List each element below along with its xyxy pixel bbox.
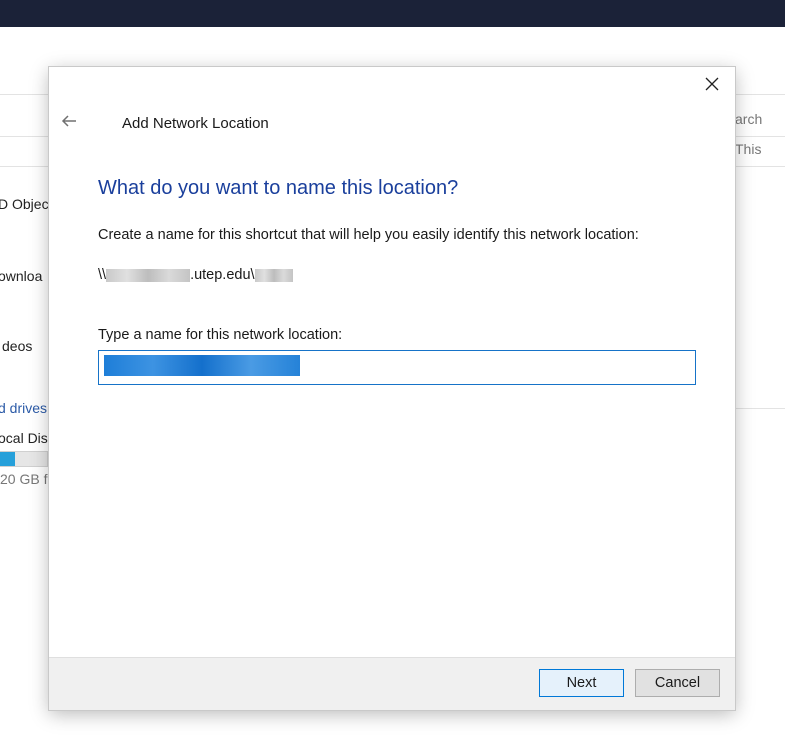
close-button[interactable] xyxy=(697,73,727,99)
drives-section-header[interactable]: d drives xyxy=(0,400,47,416)
redacted-host xyxy=(106,268,191,282)
name-field-label: Type a name for this network location: xyxy=(98,327,343,343)
add-network-location-dialog: Add Network Location What do you want to… xyxy=(49,67,735,710)
next-button[interactable]: Next xyxy=(539,669,624,697)
page-heading: What do you want to name this location? xyxy=(98,177,459,199)
storage-usage-fill xyxy=(0,452,16,466)
network-path: \\ .utep.edu\ xyxy=(98,267,293,283)
selected-text-redacted xyxy=(104,355,300,376)
explorer-search-box[interactable]: arch This xyxy=(735,104,785,157)
dialog-title: Add Network Location xyxy=(122,115,269,132)
dialog-footer: Next Cancel xyxy=(49,657,735,710)
storage-usage-bar xyxy=(0,451,48,467)
sidebar-item-downloads[interactable]: ownloa xyxy=(0,268,42,284)
free-space-text: 20 GB fr xyxy=(0,471,53,487)
path-prefix: \\ xyxy=(98,267,107,283)
top-titlebar xyxy=(0,0,785,27)
sidebar-item-3d-objects[interactable]: D Objec xyxy=(0,196,49,212)
local-disk-label[interactable]: ocal Dis xyxy=(0,430,48,446)
back-button[interactable] xyxy=(57,111,81,135)
path-domain: .utep.edu\ xyxy=(190,267,255,283)
redacted-share xyxy=(254,268,293,282)
close-icon xyxy=(705,77,719,96)
cancel-button[interactable]: Cancel xyxy=(635,669,720,697)
sidebar-item-videos[interactable]: deos xyxy=(2,338,32,354)
back-arrow-icon xyxy=(61,114,77,133)
explorer-divider xyxy=(735,408,785,409)
description-text: Create a name for this shortcut that wil… xyxy=(98,227,639,243)
location-name-input[interactable] xyxy=(98,350,696,385)
